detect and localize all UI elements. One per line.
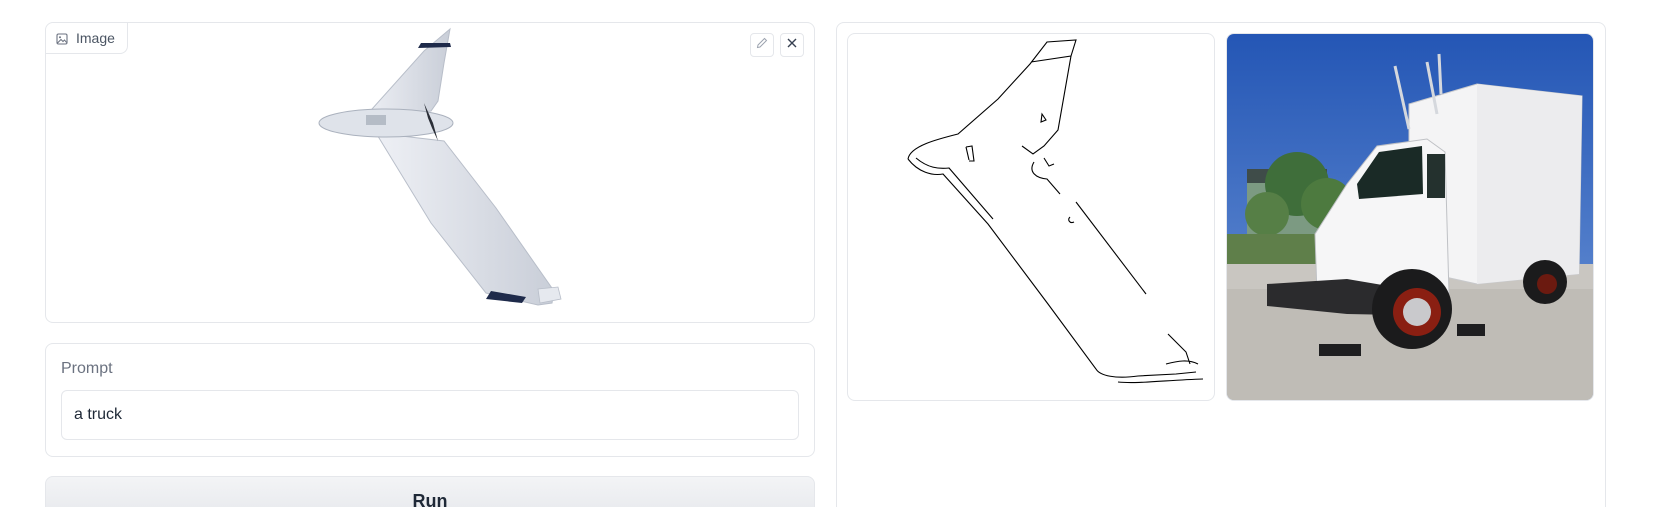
- edit-button[interactable]: [750, 33, 774, 57]
- image-label-text: Image: [76, 30, 115, 46]
- edge-map-image: [907, 39, 1204, 384]
- app-page: Image Prompt a truck Run: [0, 0, 1653, 507]
- image-icon: [56, 32, 68, 45]
- truck-image: [1227, 34, 1593, 400]
- prompt-panel: Prompt: [45, 343, 815, 457]
- prompt-label: Prompt: [61, 360, 113, 377]
- pencil-icon: [755, 36, 769, 55]
- input-image-panel[interactable]: Image: [45, 22, 815, 323]
- run-button[interactable]: Run: [45, 476, 815, 507]
- image-block-label: Image: [46, 23, 128, 54]
- gallery-item-truck[interactable]: [1226, 33, 1594, 401]
- close-icon: [785, 36, 799, 55]
- clear-button[interactable]: [780, 33, 804, 57]
- image-toolbar: [750, 33, 804, 57]
- prompt-input[interactable]: [61, 390, 799, 440]
- drone-image: [46, 23, 814, 322]
- output-gallery: [836, 22, 1606, 507]
- gallery-item-edges[interactable]: [847, 33, 1215, 401]
